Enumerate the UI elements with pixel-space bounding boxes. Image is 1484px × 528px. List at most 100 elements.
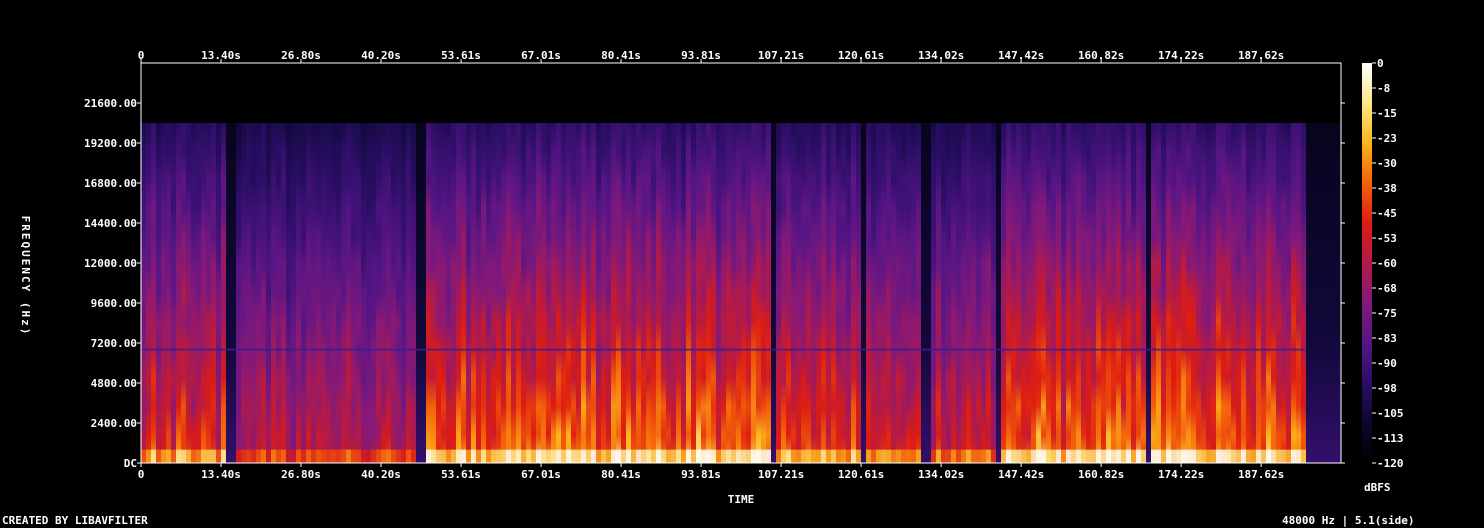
x-tick-label-top: 134.02s <box>918 49 964 62</box>
energy-band <box>591 123 597 463</box>
spectrogram-column <box>746 123 752 463</box>
spectrogram-column <box>926 123 932 463</box>
energy-band <box>331 123 337 463</box>
colorbar-tick-label: -30 <box>1377 157 1397 170</box>
spectrogram-column <box>601 123 607 463</box>
bass-band <box>291 449 297 463</box>
spectrogram-column <box>1116 123 1122 463</box>
bass-band <box>621 449 627 463</box>
bass-band <box>796 449 802 463</box>
bass-band <box>836 449 842 463</box>
energy-band <box>806 123 812 463</box>
bass-band <box>1036 449 1042 463</box>
energy-band <box>506 123 512 463</box>
spectrogram-column <box>231 123 237 463</box>
spectrogram-column <box>1301 123 1307 463</box>
spectrogram-column <box>1066 123 1072 463</box>
energy-band <box>1271 123 1277 463</box>
spectrogram-column <box>496 123 502 463</box>
bass-band <box>296 449 302 463</box>
bass-band <box>1276 449 1282 463</box>
x-axis-top: 0 13.40s 26.80s 40.20s 53.61s 67.01s 80.41s 93.… <box>138 49 1284 63</box>
quiet-band <box>1326 123 1332 463</box>
bass-band <box>826 449 832 463</box>
energy-band <box>551 123 557 463</box>
spectrogram-column <box>1261 123 1267 463</box>
spectrogram-chart: 0 13.40s 26.80s 40.20s 53.61s 67.01s 80.41s 93.… <box>19 49 1404 506</box>
bass-band <box>831 449 837 463</box>
bass-band <box>206 449 212 463</box>
bass-band <box>216 449 222 463</box>
energy-band <box>466 123 472 463</box>
energy-band <box>401 123 407 463</box>
bass-band <box>391 449 397 463</box>
spectrogram-column <box>1211 123 1217 463</box>
energy-band <box>881 123 887 463</box>
energy-band <box>211 123 217 463</box>
bass-band <box>646 449 652 463</box>
bass-band <box>736 449 742 463</box>
energy-band <box>501 123 507 463</box>
energy-band <box>796 123 802 463</box>
energy-band <box>1261 123 1267 463</box>
spectrogram-column <box>1246 123 1252 463</box>
spectrogram-column <box>261 123 267 463</box>
energy-band <box>631 123 637 463</box>
energy-band <box>661 123 667 463</box>
energy-band <box>321 123 327 463</box>
spectrogram-column <box>546 123 552 463</box>
colorbar-tick-label: -38 <box>1377 182 1397 195</box>
energy-band <box>596 123 602 463</box>
energy-band <box>356 123 362 463</box>
x-tick-label-bottom: 0 <box>138 468 145 481</box>
spectrogram-column <box>1221 123 1227 463</box>
energy-band <box>826 123 832 463</box>
bass-band <box>1086 449 1092 463</box>
energy-band <box>1301 123 1307 463</box>
spectrogram-column <box>1041 123 1047 463</box>
energy-band <box>701 123 707 463</box>
bass-band <box>776 449 782 463</box>
spectrogram-column <box>791 123 797 463</box>
energy-band <box>1091 123 1097 463</box>
energy-band <box>161 123 167 463</box>
bass-band <box>1116 449 1122 463</box>
spectrogram-column <box>486 123 492 463</box>
spectrogram-column <box>771 123 777 463</box>
energy-band <box>251 123 257 463</box>
bass-band <box>786 449 792 463</box>
bass-band <box>881 449 887 463</box>
bass-band <box>396 449 402 463</box>
energy-band <box>756 123 762 463</box>
spectrogram-column <box>991 123 997 463</box>
bass-band <box>1291 449 1297 463</box>
spectrogram-column <box>391 123 397 463</box>
energy-band <box>866 123 872 463</box>
energy-band <box>1036 123 1042 463</box>
energy-band <box>566 123 572 463</box>
energy-band <box>571 123 577 463</box>
bass-band <box>276 449 282 463</box>
bass-band <box>1166 449 1172 463</box>
spectrogram-column <box>556 123 562 463</box>
energy-band <box>236 123 242 463</box>
energy-band <box>1231 123 1237 463</box>
spectrogram-column <box>681 123 687 463</box>
spectrogram-column <box>851 123 857 463</box>
spectrogram-column <box>356 123 362 463</box>
bass-band <box>1246 449 1252 463</box>
energy-band <box>961 123 967 463</box>
spectrogram-column <box>441 123 447 463</box>
bass-band <box>1136 449 1142 463</box>
energy-band <box>486 123 492 463</box>
energy-band <box>316 123 322 463</box>
spectrogram-column <box>976 123 982 463</box>
energy-band <box>1076 123 1082 463</box>
spectrogram-column <box>1251 123 1257 463</box>
spectrogram-column <box>1226 123 1232 463</box>
energy-band <box>336 123 342 463</box>
spectrogram-column <box>651 123 657 463</box>
bass-band <box>401 449 407 463</box>
energy-band <box>391 123 397 463</box>
x-tick-label-top: 40.20s <box>361 49 401 62</box>
